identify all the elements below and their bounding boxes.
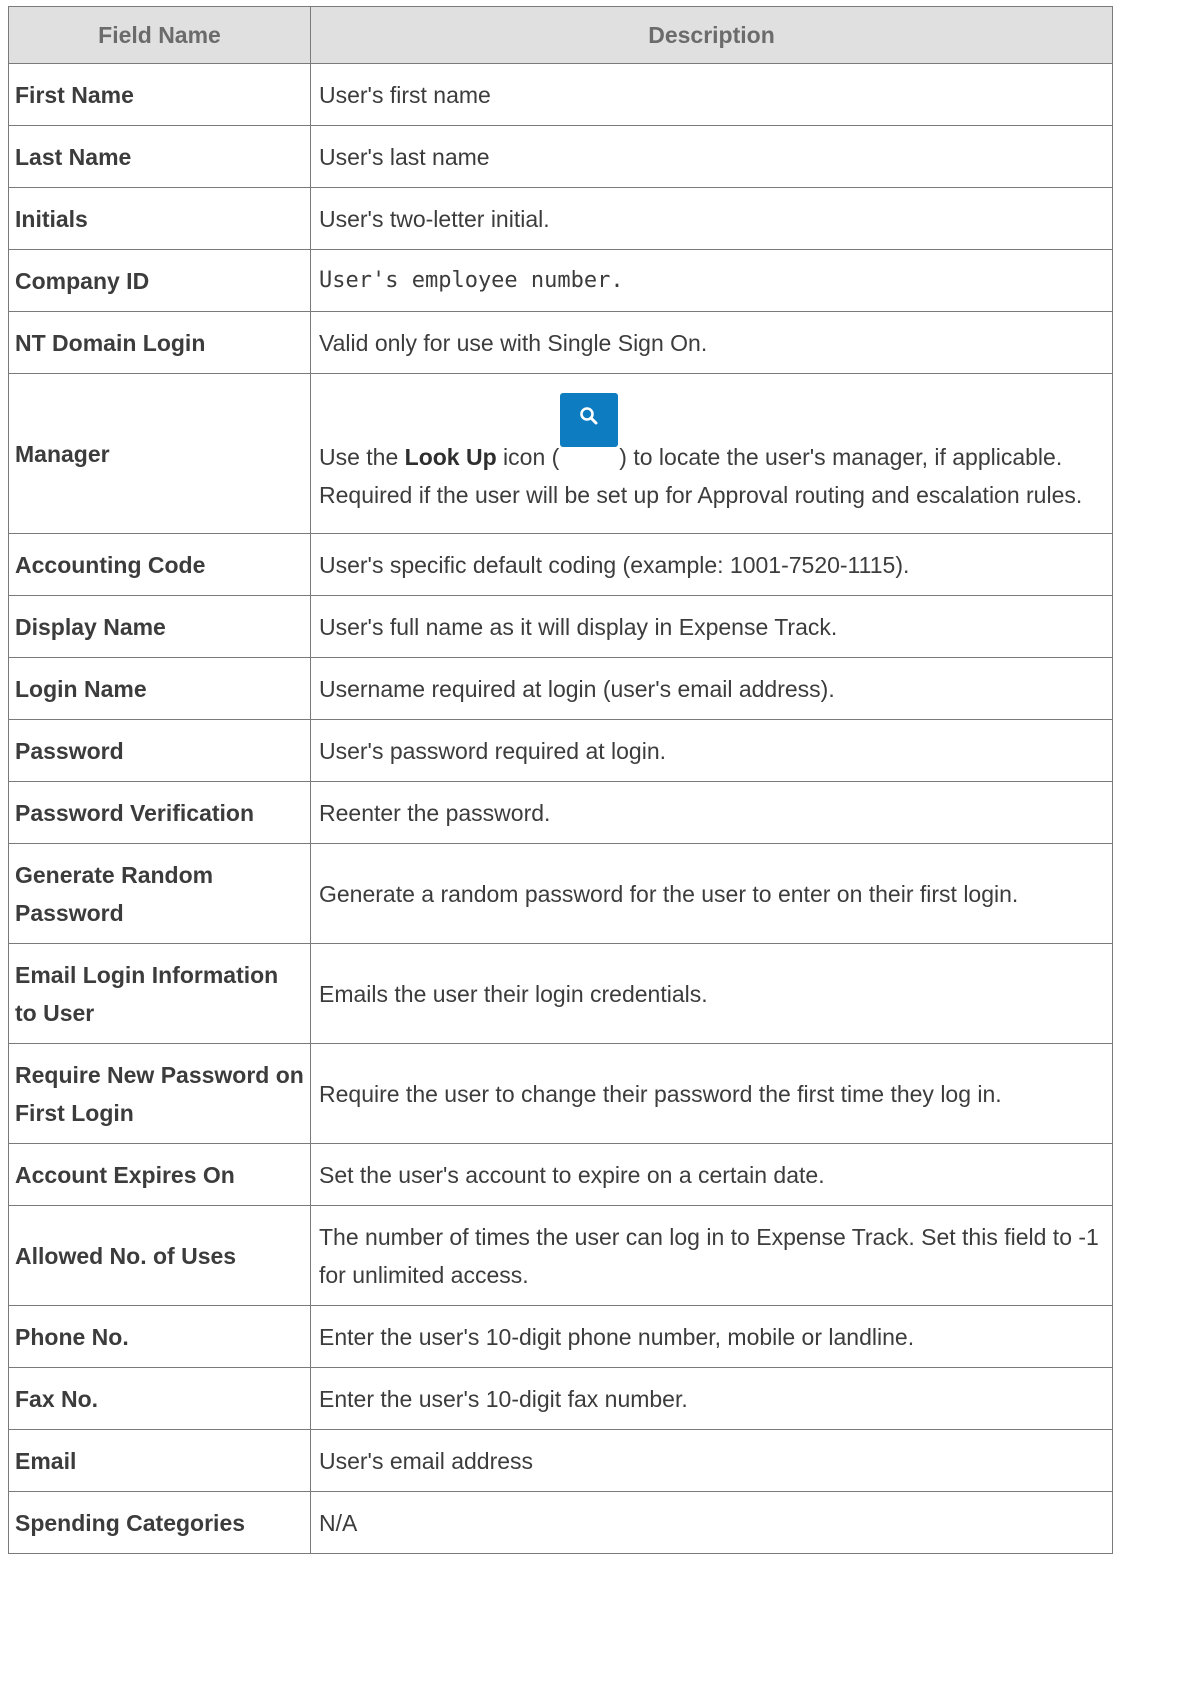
lookup-label: Look Up	[404, 444, 497, 470]
field-name-cell: Last Name	[8, 125, 311, 188]
field-name-cell: Fax No.	[8, 1367, 311, 1430]
field-name-cell: Display Name	[8, 595, 311, 658]
description-cell: User's first name	[310, 63, 1113, 126]
table-row: Company ID User's employee number.	[8, 249, 1113, 312]
field-name-cell: Manager	[8, 373, 311, 534]
description-cell: User's email address	[310, 1429, 1113, 1492]
table-row: Initials User's two-letter initial.	[8, 187, 1113, 250]
table-row: Login Name Username required at login (u…	[8, 657, 1113, 720]
field-name-cell: NT Domain Login	[8, 311, 311, 374]
description-cell: Enter the user's 10-digit phone number, …	[310, 1305, 1113, 1368]
table-row: Phone No. Enter the user's 10-digit phon…	[8, 1305, 1113, 1368]
field-name-cell: Spending Categories	[8, 1491, 311, 1554]
table-row: Display Name User's full name as it will…	[8, 595, 1113, 658]
field-name-cell: First Name	[8, 63, 311, 126]
table-row: Accounting Code User's specific default …	[8, 533, 1113, 596]
description-cell: User's password required at login.	[310, 719, 1113, 782]
description-cell: Require the user to change their passwor…	[310, 1043, 1113, 1144]
table-row: Password User's password required at log…	[8, 719, 1113, 782]
table-header-row: Field Name Description	[8, 6, 1113, 64]
table-row: NT Domain Login Valid only for use with …	[8, 311, 1113, 374]
description-cell: Use the Look Up icon () to locate the us…	[310, 373, 1113, 534]
description-cell: The number of times the user can log in …	[310, 1205, 1113, 1306]
search-icon	[580, 407, 598, 425]
field-description-table: Field Name Description First Name User's…	[8, 6, 1113, 1554]
description-cell: Emails the user their login credentials.	[310, 943, 1113, 1044]
description-cell: Valid only for use with Single Sign On.	[310, 311, 1113, 374]
description-cell: Set the user's account to expire on a ce…	[310, 1143, 1113, 1206]
column-header-field-name: Field Name	[8, 6, 311, 64]
table-row: Email Login Information to User Emails t…	[8, 943, 1113, 1044]
table-row: Password Verification Reenter the passwo…	[8, 781, 1113, 844]
table-row: Spending Categories N/A	[8, 1491, 1113, 1554]
field-name-cell: Email Login Information to User	[8, 943, 311, 1044]
field-name-cell: Email	[8, 1429, 311, 1492]
field-name-cell: Initials	[8, 187, 311, 250]
description-text: icon (	[496, 444, 560, 470]
table-row: Email User's email address	[8, 1429, 1113, 1492]
field-name-cell: Generate Random Password	[8, 843, 311, 944]
table-row: Generate Random Password Generate a rand…	[8, 843, 1113, 944]
table-row: Require New Password on First Login Requ…	[8, 1043, 1113, 1144]
column-header-description: Description	[310, 6, 1113, 64]
description-cell: N/A	[310, 1491, 1113, 1554]
field-name-cell: Accounting Code	[8, 533, 311, 596]
field-name-cell: Require New Password on First Login	[8, 1043, 311, 1144]
lookup-button[interactable]	[560, 393, 619, 447]
description-cell: User's full name as it will display in E…	[310, 595, 1113, 658]
table-row: First Name User's first name	[8, 63, 1113, 126]
field-name-cell: Password	[8, 719, 311, 782]
table-row: Manager Use the Look Up icon () to locat…	[8, 373, 1113, 534]
field-name-cell: Login Name	[8, 657, 311, 720]
description-cell: Enter the user's 10-digit fax number.	[310, 1367, 1113, 1430]
description-cell: Generate a random password for the user …	[310, 843, 1113, 944]
description-cell: Username required at login (user's email…	[310, 657, 1113, 720]
description-text: Use the	[319, 444, 405, 470]
table-row: Account Expires On Set the user's accoun…	[8, 1143, 1113, 1206]
field-name-cell: Allowed No. of Uses	[8, 1205, 311, 1306]
description-cell: User's two-letter initial.	[310, 187, 1113, 250]
field-name-cell: Phone No.	[8, 1305, 311, 1368]
description-cell: User's last name	[310, 125, 1113, 188]
description-cell: User's employee number.	[310, 249, 1113, 312]
field-name-cell: Company ID	[8, 249, 311, 312]
table-row: Allowed No. of Uses The number of times …	[8, 1205, 1113, 1306]
table-row: Last Name User's last name	[8, 125, 1113, 188]
description-cell: Reenter the password.	[310, 781, 1113, 844]
field-name-cell: Account Expires On	[8, 1143, 311, 1206]
table-row: Fax No. Enter the user's 10-digit fax nu…	[8, 1367, 1113, 1430]
field-name-cell: Password Verification	[8, 781, 311, 844]
description-cell: User's specific default coding (example:…	[310, 533, 1113, 596]
